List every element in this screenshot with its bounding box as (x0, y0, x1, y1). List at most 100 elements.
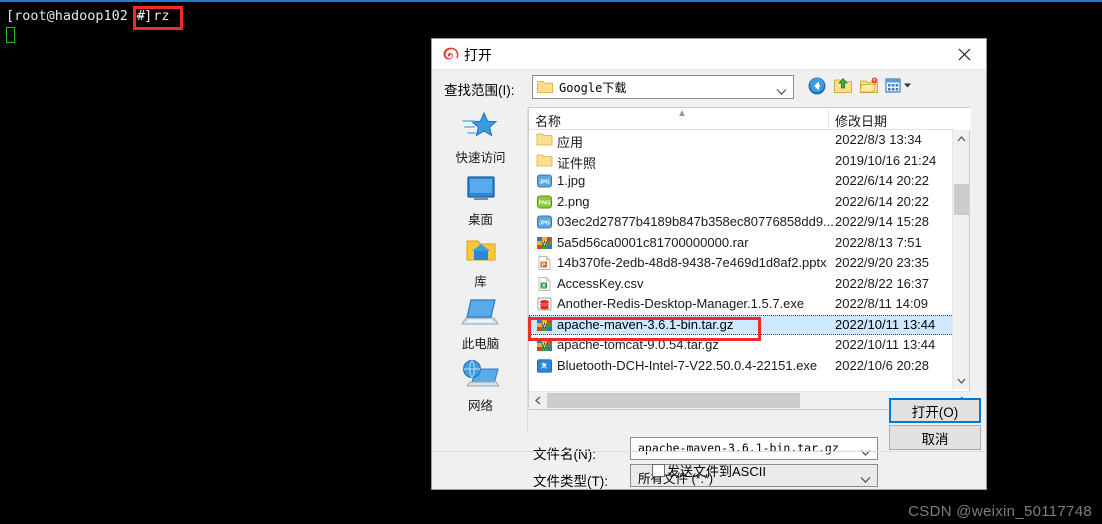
sidebar-item-desktop[interactable]: 桌面 (433, 169, 528, 231)
terminal-prompt: [root@hadoop102 ~] (6, 8, 153, 24)
file-date-cell: 2022/8/13 7:51 (835, 234, 922, 250)
scroll-left-icon[interactable] (529, 392, 546, 409)
table-row[interactable]: JPG 1.jpg 2022/6/14 20:22 (529, 171, 954, 192)
file-name-cell: AccessKey.csv (557, 275, 644, 291)
sidebar-item-network[interactable]: 网络 (433, 355, 528, 417)
file-type-icon: P (536, 255, 553, 271)
file-type-icon: W (536, 317, 553, 333)
file-name-cell: 03ec2d27877b4189b847b358ec80776858dd9... (557, 214, 834, 229)
column-divider[interactable] (828, 110, 829, 128)
table-row[interactable]: X AccessKey.csv 2022/8/22 16:37 (529, 274, 954, 295)
file-date-cell: 2022/9/14 15:28 (835, 214, 929, 229)
file-date-cell: 2022/8/3 13:34 (835, 132, 922, 147)
file-type-icon: JPG (536, 173, 553, 189)
table-row[interactable]: 应用 2022/8/3 13:34 (529, 130, 954, 151)
chevron-down-icon (776, 83, 787, 101)
horizontal-scrollbar-thumb[interactable] (547, 393, 800, 408)
views-grid-icon[interactable] (884, 75, 914, 97)
file-list-header: 名称 ▲ 修改日期 (529, 108, 971, 130)
file-date-cell: 2022/6/14 20:22 (835, 173, 929, 188)
cancel-button[interactable]: 取消 (889, 425, 981, 450)
xshell-spiral-icon (442, 46, 459, 63)
dialog-titlebar: 打开 (432, 39, 986, 70)
library-folder-icon (433, 231, 528, 269)
places-sidebar: 快速访问 桌面 库 此电脑 网络 (433, 107, 528, 432)
back-arrow-icon[interactable] (806, 75, 828, 97)
vertical-scrollbar[interactable] (952, 130, 969, 389)
svg-text:W: W (542, 343, 548, 349)
folder-icon (537, 80, 553, 94)
scroll-down-icon[interactable] (953, 372, 970, 389)
dialog-title: 打开 (464, 47, 492, 63)
file-type-icon (536, 153, 553, 169)
svg-text:W: W (542, 241, 548, 247)
table-row[interactable]: PNG 2.png 2022/6/14 20:22 (529, 192, 954, 213)
file-date-cell: 2022/10/11 13:44 (835, 337, 936, 352)
svg-text:JPG: JPG (539, 221, 550, 227)
file-type-icon (536, 132, 553, 148)
send-ascii-checkbox[interactable] (652, 464, 666, 477)
file-name-cell: Bluetooth-DCH-Intel-7-V22.50.0.4-22151.e… (557, 357, 818, 373)
this-pc-icon (433, 293, 528, 331)
file-name-cell: 证件照 (557, 155, 597, 171)
file-type-icon: X (536, 276, 553, 292)
vertical-scrollbar-thumb[interactable] (954, 184, 969, 215)
file-name-cell: 1.jpg (557, 173, 586, 188)
header-scroll-spacer (954, 108, 971, 130)
sidebar-item-quick-access[interactable]: 快速访问 (433, 107, 528, 169)
table-row[interactable]: Bluetooth-DCH-Intel-7-V22.50.0.4-22151.e… (529, 356, 954, 377)
file-name-cell: apache-maven-3.6.1-bin.tar.gz (557, 316, 734, 332)
file-type-icon: W (536, 235, 553, 251)
table-row[interactable]: Wapache-maven-3.6.1-bin.tar.gz 2022/10/11… (529, 314, 954, 335)
look-in-row: 查找范围(I): Google下载 * (432, 70, 986, 106)
file-name-cell: 14b370fe-2edb-48d8-9438-7e469d1d8af2.ppt… (557, 255, 827, 270)
annotation-box-command (133, 6, 183, 30)
table-row[interactable]: JPG 03ec2d27877b4189b847b358ec80776858dd9… (529, 212, 954, 233)
file-date-cell: 2022/10/6 20:28 (835, 357, 929, 373)
network-globe-icon (433, 355, 528, 393)
desktop-monitor-icon (433, 169, 528, 207)
file-type-icon (536, 358, 553, 374)
column-header-name[interactable]: 名称 (535, 111, 561, 130)
file-name-cell: apache-tomcat-9.0.54.tar.gz (557, 337, 719, 352)
file-name-cell: 应用 (557, 135, 584, 150)
file-list[interactable]: 名称 ▲ 修改日期 应用 2022/8/3 13:34 证件照 2019/10/16 … (528, 107, 971, 410)
quick-access-star-icon (433, 107, 528, 145)
svg-text:W: W (542, 323, 548, 329)
file-type-icon: PNG (536, 194, 553, 210)
column-header-date[interactable]: 修改日期 (835, 111, 887, 130)
look-in-label: 查找范围(I): (444, 83, 515, 98)
open-button[interactable]: 打开(O) (889, 398, 981, 423)
sidebar-item-label: 桌面 (467, 213, 493, 227)
table-row[interactable]: Another-Redis-Desktop-Manager.1.5.7.exe 2… (529, 294, 954, 315)
file-date-cell: 2022/8/11 14:09 (835, 296, 929, 311)
watermark: CSDN @weixin_50117748 (908, 503, 1092, 520)
svg-text:JPG: JPG (539, 180, 550, 186)
file-date-cell: 2022/9/20 23:35 (835, 255, 929, 270)
sidebar-item-this-pc[interactable]: 此电脑 (433, 293, 528, 355)
file-name-cell: 2.png (557, 193, 590, 209)
new-folder-icon[interactable]: * (858, 75, 880, 97)
file-date-cell: 2022/8/22 16:37 (835, 275, 929, 291)
scroll-up-icon[interactable] (953, 130, 970, 147)
svg-text:PNG: PNG (539, 200, 551, 206)
table-row[interactable]: P 14b370fe-2edb-48d8-9438-7e469d1d8af2.pp… (529, 253, 954, 274)
close-icon[interactable] (942, 39, 986, 70)
sort-ascending-icon: ▲ (677, 108, 687, 119)
file-date-cell: 2022/10/11 13:44 (835, 316, 936, 332)
table-row[interactable]: 证件照 2019/10/16 21:24 (529, 151, 954, 172)
sidebar-item-label: 库 (474, 275, 487, 289)
table-row[interactable]: W 5a5d56ca0001c81700000000.rar 2022/8/13 7… (529, 233, 954, 254)
table-row[interactable]: Wapache-tomcat-9.0.54.tar.gz 2022/10/11 1… (529, 335, 954, 356)
sidebar-item-library[interactable]: 库 (433, 231, 528, 293)
file-type-icon: JPG (536, 214, 553, 230)
look-in-combobox[interactable]: Google下载 (532, 75, 794, 99)
file-type-icon: W (536, 337, 553, 353)
sidebar-item-label: 快速访问 (455, 151, 506, 165)
file-date-cell: 2022/6/14 20:22 (835, 193, 929, 209)
send-ascii-label: 发送文件到ASCII (667, 464, 766, 479)
folder-up-arrow-icon[interactable] (832, 75, 854, 97)
file-rows-container: 应用 2022/8/3 13:34 证件照 2019/10/16 21:24 JPG 1.… (529, 130, 954, 389)
svg-text:X: X (542, 283, 546, 289)
terminal-top-border (0, 0, 1102, 2)
